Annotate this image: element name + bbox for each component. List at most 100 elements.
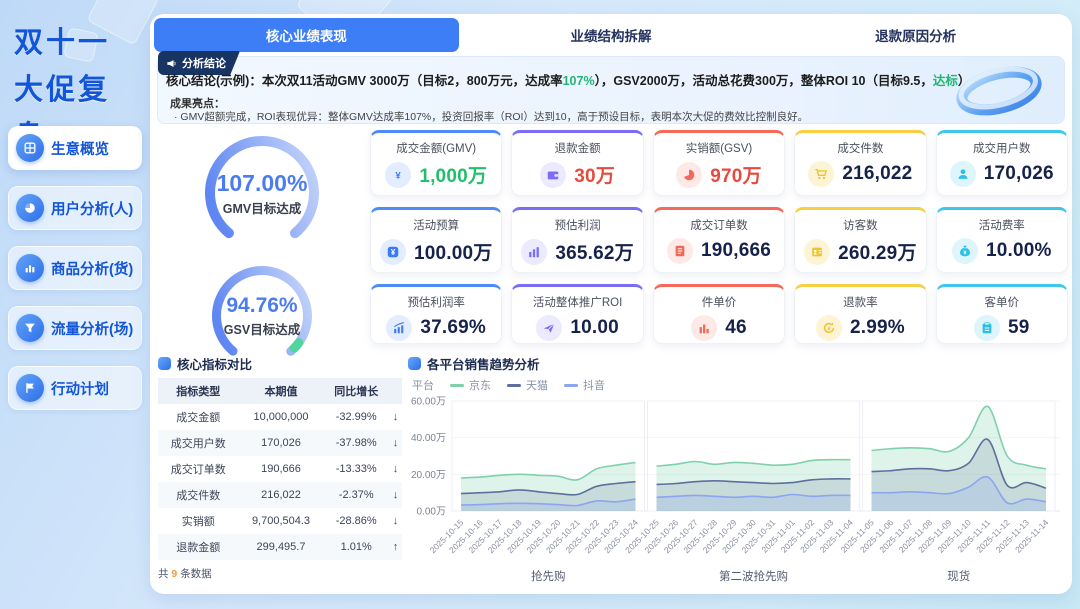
kpi-card-退款金额[interactable]: 退款金额30万 xyxy=(511,130,643,196)
gauge-GMV目标达成: 107.00%GMV目标达成 xyxy=(158,134,366,252)
kpi-card-件单价[interactable]: 件单价46 xyxy=(653,284,785,344)
kpi-card-活动预算[interactable]: 活动预算¥100.00万 xyxy=(370,207,502,273)
legend-label: 抖音 xyxy=(583,377,605,393)
highlight-item: · GMV超额完成，ROI表现优异：整体GMV达成率107%，投资回报率（ROI… xyxy=(174,109,974,124)
kpi-card-成交用户数[interactable]: 成交用户数170,026 xyxy=(936,130,1068,196)
metric-yoy: -2.37% xyxy=(323,482,389,508)
sidebar-item-label: 行动计划 xyxy=(51,378,109,399)
gauge-label: GMV目标达成 xyxy=(217,198,308,217)
gauge-value: 94.76% xyxy=(224,294,300,318)
kpi-card-客单价[interactable]: 客单价59 xyxy=(936,284,1068,344)
refund-icon: ¥ xyxy=(816,315,842,341)
metric-yoy: 1.01% xyxy=(323,534,389,560)
kpi-card-活动费率[interactable]: 活动费率¥10.00% xyxy=(936,207,1068,273)
section-icon xyxy=(408,357,421,370)
legend-item-抖音[interactable]: 抖音 xyxy=(564,377,605,393)
kpi-value: 30万 xyxy=(574,161,615,188)
tab-退款原因分析[interactable]: 退款原因分析 xyxy=(763,18,1068,52)
trend-chart-panel: 各平台销售趋势分析 平台 京东天猫抖音 0.00万20.00万40.00万60.… xyxy=(408,354,1068,592)
action-plan-icon xyxy=(16,374,44,402)
wallet-icon xyxy=(540,162,566,188)
conclusion-part: 核心结论(示例)：本次双11活动GMV 3000万（目标2，800万元，达成率 xyxy=(166,74,563,88)
metric-name: 实销额 xyxy=(158,508,239,534)
legend-title: 平台 xyxy=(412,377,434,393)
chart-legend: 平台 京东 天猫 抖音 xyxy=(412,377,1068,393)
legend-item-京东[interactable]: 京东 xyxy=(450,377,491,393)
overview-icon xyxy=(16,134,44,162)
table-row[interactable]: 成交订单数190,666-13.33%↓ xyxy=(158,456,402,482)
sidebar-item-流量分析(场)[interactable]: 流量分析(场) xyxy=(8,306,142,350)
gauge-GSV目标达成: 94.76%GSV目标达成 xyxy=(158,264,366,368)
comparison-table: 指标类型本期值同比增长 成交金额10,000,000-32.99%↓成交用户数1… xyxy=(158,378,402,563)
table-row[interactable]: 客单价58.81-23.24%↓ xyxy=(158,560,402,563)
sidebar-item-label: 商品分析(货) xyxy=(51,258,133,279)
legend-label: 天猫 xyxy=(526,377,548,393)
kpi-card-成交金额(GMV)[interactable]: 成交金额(GMV)¥1,000万 xyxy=(370,130,502,196)
sidebar-item-label: 流量分析(场) xyxy=(51,318,133,339)
kpi-label: 件单价 xyxy=(654,294,784,310)
tab-业绩结构拆解[interactable]: 业绩结构拆解 xyxy=(459,18,764,52)
kpi-label: 成交用户数 xyxy=(937,140,1067,156)
metric-value: 9,700,504.3 xyxy=(239,508,324,534)
kpi-label: 活动费率 xyxy=(937,217,1067,233)
comparison-title-row: 核心指标对比 xyxy=(158,354,402,373)
table-row[interactable]: 成交用户数170,026-37.98%↓ xyxy=(158,430,402,456)
sidebar-item-行动计划[interactable]: 行动计划 xyxy=(8,366,142,410)
column-header: 同比增长 xyxy=(323,378,389,404)
kpi-label: 活动预算 xyxy=(371,217,501,233)
analysis-conclusion-box: 分析结论 核心结论(示例)：本次双11活动GMV 3000万（目标2，800万元… xyxy=(157,56,1065,124)
trend-chart-svg: 0.00万20.00万40.00万60.00万2025-10-152025-10… xyxy=(408,393,1064,585)
kpi-label: 活动整体推广ROI xyxy=(512,294,642,310)
tab-核心业绩表现[interactable]: 核心业绩表现 xyxy=(154,18,459,52)
trend-chart[interactable]: 0.00万20.00万40.00万60.00万2025-10-152025-10… xyxy=(408,393,1068,590)
kpi-card-退款率[interactable]: 退款率¥2.99% xyxy=(794,284,926,344)
metric-name: 退款金额 xyxy=(158,534,239,560)
table-row[interactable]: 实销额9,700,504.3-28.86%↓ xyxy=(158,508,402,534)
comparison-panel: 核心指标对比 指标类型本期值同比增长 成交金额10,000,000-32.99%… xyxy=(158,354,402,592)
kpi-card-成交件数[interactable]: 成交件数216,022 xyxy=(794,130,926,196)
metric-yoy: -13.33% xyxy=(323,456,389,482)
table-row[interactable]: 成交金额10,000,000-32.99%↓ xyxy=(158,404,402,430)
arrow-down-icon: ↓ xyxy=(389,482,402,508)
sidebar-item-label: 生意概览 xyxy=(51,138,109,159)
kpi-card-活动整体推广ROI[interactable]: 活动整体推广ROI 10.00 xyxy=(511,284,643,344)
sidebar-item-商品分析(货)[interactable]: 商品分析(货) xyxy=(8,246,142,290)
yen-square-icon: ¥ xyxy=(380,239,406,265)
kpi-label: 成交件数 xyxy=(795,140,925,156)
svg-text:第二波抢先购: 第二波抢先购 xyxy=(719,569,788,583)
kpi-value: 2.99% xyxy=(850,317,905,339)
metric-yoy: -23.24% xyxy=(323,560,389,563)
legend-marker xyxy=(564,384,578,387)
paper-plane-icon xyxy=(536,315,562,341)
analysis-conclusion-text: 核心结论(示例)：本次双11活动GMV 3000万（目标2，800万元，达成率1… xyxy=(166,70,1026,89)
svg-text:¥: ¥ xyxy=(391,248,396,257)
comparison-table-wrap[interactable]: 指标类型本期值同比增长 成交金额10,000,000-32.99%↓成交用户数1… xyxy=(158,373,402,563)
arrow-up-icon: ↑ xyxy=(389,534,402,560)
arrow-down-icon: ↓ xyxy=(389,430,402,456)
kpi-card-预估利润[interactable]: 预估利润365.62万 xyxy=(511,207,643,273)
sidebar-item-生意概览[interactable]: 生意概览 xyxy=(8,126,142,170)
metric-value: 10,000,000 xyxy=(239,404,324,430)
kpi-value: 1,000万 xyxy=(419,161,487,188)
conclusion-standard: 达标 xyxy=(933,74,958,88)
kpi-card-成交订单数[interactable]: 成交订单数190,666 xyxy=(653,207,785,273)
table-row[interactable]: 退款金额299,495.71.01%↑ xyxy=(158,534,402,560)
kpi-label: 客单价 xyxy=(937,294,1067,310)
table-row[interactable]: 成交件数216,022-2.37%↓ xyxy=(158,482,402,508)
comparison-table-body: 成交金额10,000,000-32.99%↓成交用户数170,026-37.98… xyxy=(158,404,402,563)
sidebar: 双十一 大促复盘 生意概览用户分析(人)商品分析(货)流量分析(场)行动计划 xyxy=(0,0,148,609)
kpi-label: 预估利润率 xyxy=(371,294,501,310)
sidebar-item-用户分析(人)[interactable]: 用户分析(人) xyxy=(8,186,142,230)
yen-circle-icon: ¥ xyxy=(385,162,411,188)
sidebar-item-label: 用户分析(人) xyxy=(51,198,133,219)
arrow-down-icon: ↓ xyxy=(389,508,402,534)
conclusion-part: ），GSV2000万，活动总花费300万，整体ROI 10（目标9.5， xyxy=(595,74,933,88)
gauge-label: GSV目标达成 xyxy=(224,319,300,338)
bars-icon xyxy=(691,315,717,341)
arrow-down-icon: ↓ xyxy=(389,456,402,482)
kpi-card-预估利润率[interactable]: 预估利润率37.69% xyxy=(370,284,502,344)
kpi-card-访客数[interactable]: 访客数260.29万 xyxy=(794,207,926,273)
kpi-value: 10.00 xyxy=(570,317,619,339)
legend-item-天猫[interactable]: 天猫 xyxy=(507,377,548,393)
kpi-card-实销额(GSV)[interactable]: 实销额(GSV)970万 xyxy=(653,130,785,196)
